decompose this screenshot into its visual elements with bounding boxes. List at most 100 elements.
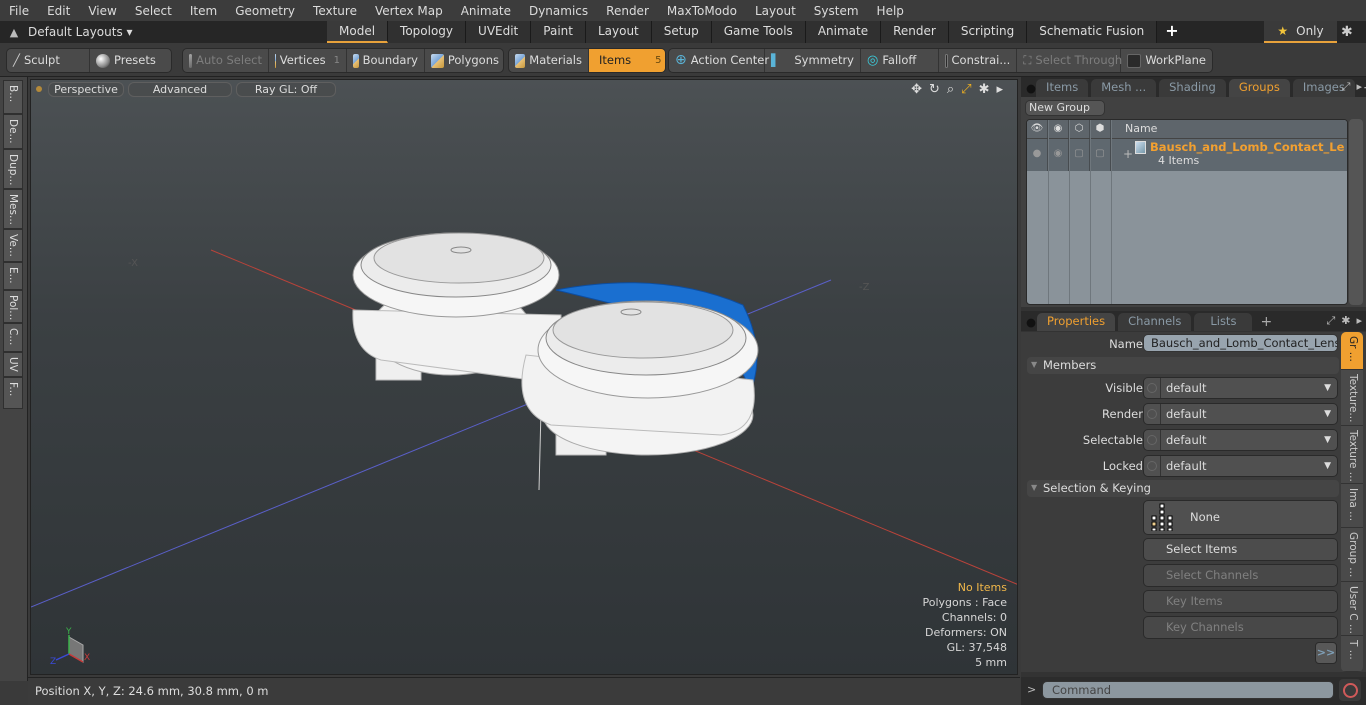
presets-button[interactable]: Presets [90, 49, 171, 72]
items-button[interactable]: Items 5 [589, 49, 665, 72]
arrow-right-icon[interactable]: ▸ [996, 82, 1003, 97]
selectable-cube-icon[interactable]: ⬡ [1069, 120, 1090, 138]
arrow-right-icon[interactable]: ▸ [1356, 80, 1362, 94]
perspective-button[interactable]: Perspective [48, 82, 124, 97]
only-button[interactable]: ★ Only [1264, 21, 1337, 43]
tab-mesh[interactable]: Mesh ... [1091, 79, 1157, 97]
members-section[interactable]: Members [1027, 357, 1339, 374]
constraints-button[interactable]: Constrai... [939, 49, 1018, 72]
left-tab-mesh-edit[interactable]: Mes... [3, 189, 23, 229]
name-column-header[interactable]: Name [1111, 120, 1157, 138]
side-tab-tags[interactable]: T ... [1341, 636, 1363, 672]
tab-game-tools[interactable]: Game Tools [711, 21, 806, 43]
forward-button[interactable]: >> [1315, 642, 1337, 664]
add-panel-tab-button[interactable]: + [1255, 313, 1277, 331]
menu-dynamics[interactable]: Dynamics [520, 4, 597, 18]
3d-viewport[interactable]: -X -Z Y Z X Perspective Advanced Ray GL:… [30, 79, 1018, 675]
tab-properties[interactable]: Properties [1037, 313, 1116, 331]
visibility-eye-icon[interactable]: 👁 [1027, 120, 1048, 138]
tab-groups[interactable]: Groups [1228, 79, 1290, 97]
raygl-button[interactable]: Ray GL: Off [236, 82, 336, 97]
select-channels-button[interactable]: Select Channels [1143, 564, 1338, 587]
expand-icon[interactable]: ⤢ [1342, 80, 1351, 94]
expand-row-icon[interactable]: + [1123, 147, 1133, 161]
left-tab-basic[interactable]: B... [3, 80, 23, 114]
gear-icon[interactable]: ✱ [1341, 314, 1350, 328]
move-icon[interactable]: ✥ [911, 82, 922, 97]
tab-lists[interactable]: Lists [1194, 313, 1253, 331]
select-through-button[interactable]: ⛶ Select Through [1017, 49, 1122, 72]
lock-cube-icon[interactable]: ⬢ [1090, 120, 1111, 138]
left-tab-polygon[interactable]: Pol... [3, 290, 23, 323]
menu-maxtomodo[interactable]: MaxToModo [658, 4, 746, 18]
menu-view[interactable]: View [79, 4, 125, 18]
tab-model[interactable]: Model [327, 21, 389, 43]
zoom-icon[interactable]: ⌕ [947, 82, 954, 97]
menu-texture[interactable]: Texture [304, 4, 366, 18]
maximize-icon[interactable]: ⤢ [961, 82, 971, 97]
menu-geometry[interactable]: Geometry [226, 4, 304, 18]
left-tab-uv[interactable]: UV [3, 352, 23, 377]
menu-layout[interactable]: Layout [746, 4, 805, 18]
locked-dropdown[interactable]: default ▼ [1143, 455, 1338, 477]
shading-button[interactable]: Advanced [128, 82, 232, 97]
side-tab-texture-1[interactable]: Texture... [1341, 370, 1363, 426]
side-tab-group[interactable]: Gr ... [1341, 332, 1363, 370]
sculpt-button[interactable]: ╱ Sculpt [7, 49, 90, 72]
visible-dropdown[interactable]: default ▼ [1143, 377, 1338, 399]
tab-schematic-fusion[interactable]: Schematic Fusion [1027, 21, 1158, 43]
row-select-checkbox[interactable]: ▢ [1069, 139, 1090, 171]
side-tab-texture-2[interactable]: Texture ... [1341, 426, 1363, 484]
side-tab-user-channels[interactable]: User C ... [1341, 582, 1363, 636]
materials-button[interactable]: Materials [509, 49, 589, 72]
group-row[interactable]: ● ◉ ▢ ▢ + Bausch_and_Lomb_Contact_Le ...… [1027, 139, 1347, 171]
tab-layout[interactable]: Layout [585, 21, 652, 43]
key-channels-button[interactable]: Key Channels [1143, 616, 1338, 639]
panel-menu-dot[interactable]: ● [1021, 313, 1037, 331]
layout-selector[interactable]: Default Layouts ▾ [28, 25, 328, 39]
scene-canvas[interactable]: -X -Z Y Z X [31, 80, 1018, 675]
side-tab-group-2[interactable]: Group ... [1341, 528, 1363, 582]
menu-animate[interactable]: Animate [452, 4, 520, 18]
menu-vertex-map[interactable]: Vertex Map [366, 4, 452, 18]
row-eye-icon[interactable]: ● [1027, 139, 1048, 171]
gear-icon[interactable]: ✱ [1341, 21, 1353, 43]
workplane-button[interactable]: WorkPlane [1121, 49, 1212, 72]
arrow-right-icon[interactable]: ▸ [1356, 314, 1362, 328]
group-name[interactable]: Bausch_and_Lomb_Contact_Le ... [1150, 140, 1347, 154]
row-lock-checkbox[interactable]: ▢ [1090, 139, 1111, 171]
left-tab-curve[interactable]: C... [3, 323, 23, 352]
gear-icon[interactable]: ✱ [979, 82, 990, 97]
tab-scripting[interactable]: Scripting [948, 21, 1028, 43]
add-tab-button[interactable]: + [1157, 21, 1186, 43]
expand-icon[interactable]: ⤢ [1326, 314, 1335, 328]
viewport-options-dot[interactable] [36, 86, 42, 92]
new-group-button[interactable]: New Group [1025, 100, 1105, 116]
tab-render[interactable]: Render [881, 21, 949, 43]
left-tab-deform[interactable]: De... [3, 114, 23, 149]
groups-scrollbar[interactable] [1349, 119, 1363, 305]
side-tab-image[interactable]: Ima ... [1341, 484, 1363, 528]
tab-paint[interactable]: Paint [531, 21, 586, 43]
tab-items[interactable]: Items [1036, 79, 1089, 97]
tab-setup[interactable]: Setup [651, 21, 712, 43]
menu-item[interactable]: Item [181, 4, 226, 18]
record-macro-icon[interactable] [1339, 679, 1361, 701]
render-dropdown[interactable]: default ▼ [1143, 403, 1338, 425]
polygons-button[interactable]: Polygons [425, 49, 503, 72]
vertices-button[interactable]: Vertices 1 [269, 49, 347, 72]
tab-uvedit[interactable]: UVEdit [466, 21, 532, 43]
left-tab-duplicate[interactable]: Dup... [3, 149, 23, 189]
name-field[interactable]: Bausch_and_Lomb_Contact_Lens_Ca: [1143, 334, 1338, 352]
row-render-icon[interactable]: ◉ [1048, 139, 1069, 171]
symmetry-button[interactable]: ▌ Symmetry [765, 49, 861, 72]
hierarchy-none-button[interactable]: None [1143, 500, 1338, 535]
tab-channels[interactable]: Channels [1118, 313, 1192, 331]
tab-topology[interactable]: Topology [388, 21, 467, 43]
boundary-button[interactable]: Boundary [347, 49, 425, 72]
command-input[interactable]: Command [1042, 681, 1334, 699]
contact-lens-case-model[interactable] [352, 232, 759, 456]
rotate-icon[interactable]: ↻ [929, 82, 940, 97]
panel-menu-dot[interactable]: ● [1021, 79, 1036, 97]
menu-render[interactable]: Render [597, 4, 658, 18]
